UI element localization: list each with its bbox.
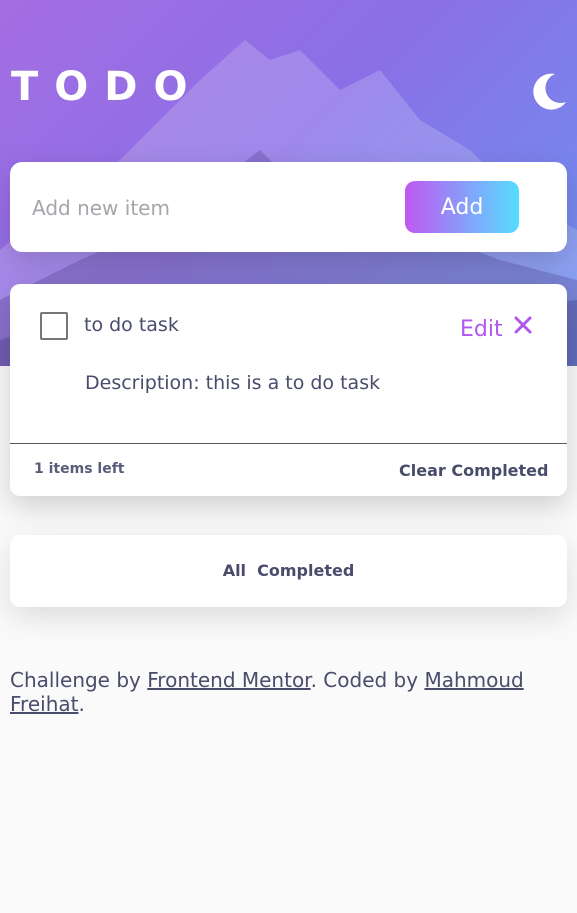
clear-completed-button[interactable]: Clear Completed [399,461,548,480]
items-left-count: 1 items left [34,461,125,477]
attribution: Challenge by Frontend Mentor. Coded by M… [10,668,560,716]
todo-list: to do task Edit Description: this is a t… [10,284,567,496]
app-title: TODO [11,64,204,110]
moon-icon [533,73,566,110]
filter-bar: All Completed [10,535,567,607]
add-button[interactable]: Add [405,181,519,233]
delete-button[interactable] [512,314,534,336]
new-item-input[interactable] [30,184,394,232]
add-item-form: Add [10,162,567,252]
edit-button[interactable]: Edit [460,317,503,342]
divider [10,443,567,444]
attribution-suffix: . [78,692,85,716]
task-description: Description: this is a to do task [85,372,381,394]
filter-completed[interactable]: Completed [257,535,354,607]
attribution-middle: . Coded by [310,668,425,692]
attribution-prefix: Challenge by [10,668,148,692]
theme-toggle-button[interactable] [527,71,569,113]
filter-all[interactable]: All [223,535,246,607]
close-icon [514,316,532,334]
task-checkbox[interactable] [40,312,68,340]
task-title: to do task [84,314,179,336]
frontend-mentor-link[interactable]: Frontend Mentor [147,668,310,692]
